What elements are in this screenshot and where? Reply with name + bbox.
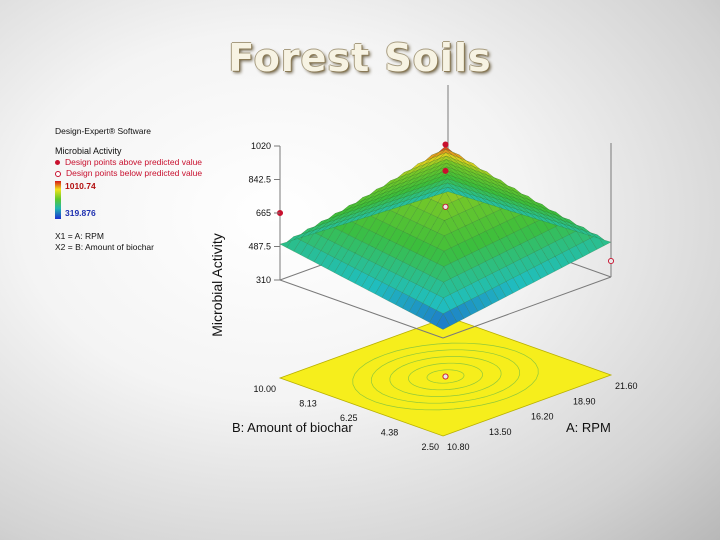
z-tick-label: 665 [256,208,271,218]
a-tick-label: 21.60 [615,381,638,391]
design-point [442,373,449,380]
a-tick-label: 18.90 [573,396,596,406]
b-axis-title: B: Amount of biochar [232,420,353,435]
b-tick-label: 8.13 [299,399,317,409]
a-axis-title: A: RPM [566,420,611,435]
z-axis-title: Microbial Activity [209,233,225,336]
a-tick-label: 10.80 [447,442,470,452]
z-tick-label: 310 [256,275,271,285]
z-tick-label: 487.5 [248,242,271,252]
design-point [607,257,615,265]
a-tick-label: 13.50 [489,427,512,437]
design-point [442,203,449,210]
z-tick-label: 1020 [251,141,271,151]
design-point [442,167,449,174]
b-tick-label: 4.38 [381,428,399,438]
surface-plot: 310 487.5 665 842.5 1020 10.80 13.50 16.20 18.90… [209,85,638,452]
z-tick-label: 842.5 [248,175,271,185]
design-point [442,141,449,148]
b-tick-label: 2.50 [421,442,439,452]
a-tick-label: 16.20 [531,412,554,422]
b-tick-label: 10.00 [253,384,276,394]
